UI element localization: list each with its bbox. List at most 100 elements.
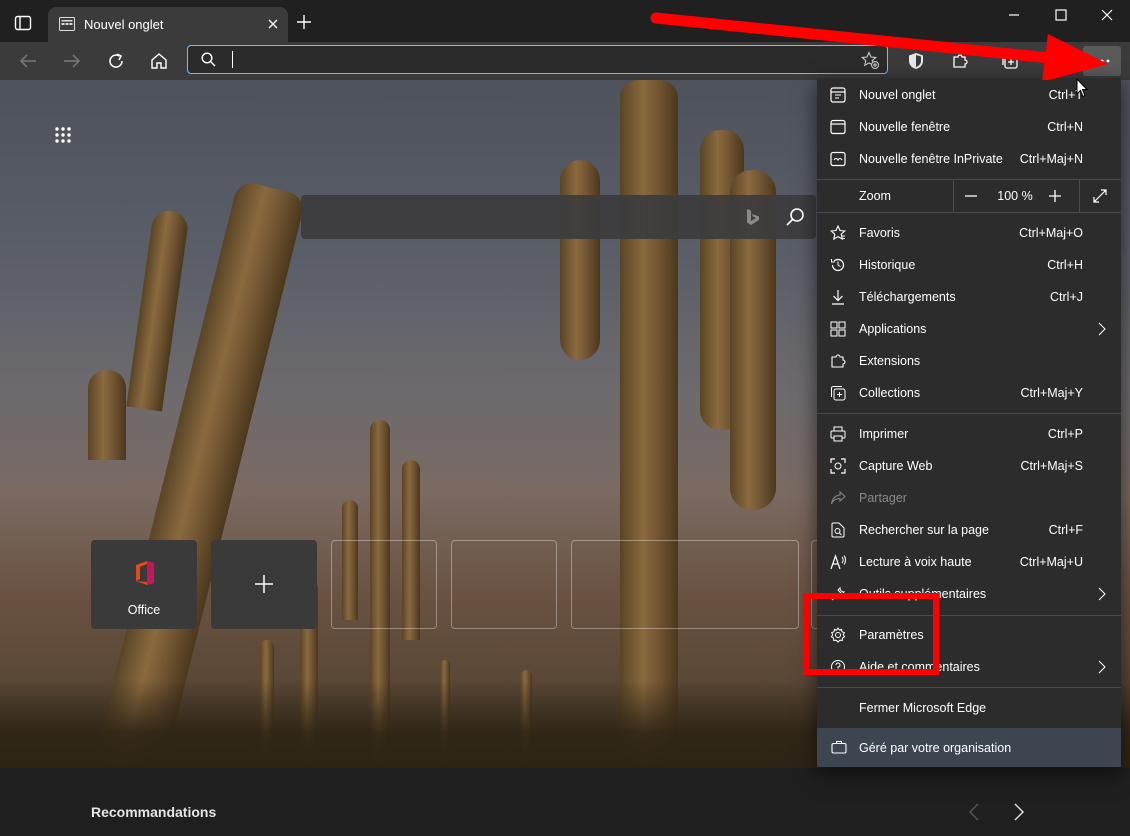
- home-icon[interactable]: [143, 45, 175, 77]
- menu-item-label: Nouvelle fenêtre InPrivate: [859, 152, 1003, 166]
- menu-item-shortcut: Ctrl+Maj+O: [1019, 226, 1083, 240]
- menu-item-shortcut: Ctrl+F: [1048, 523, 1083, 537]
- close-tab-icon[interactable]: [266, 17, 280, 31]
- favorites-icon: [830, 225, 846, 241]
- fullscreen-icon[interactable]: [1092, 188, 1108, 204]
- menu-item-downloads[interactable]: Téléchargements Ctrl+J: [817, 281, 1121, 313]
- chevron-right-icon: [1098, 660, 1106, 674]
- menu-item-collections[interactable]: Collections Ctrl+Maj+Y: [817, 377, 1121, 409]
- inprivate-icon: [830, 151, 846, 167]
- menu-item-history[interactable]: Historique Ctrl+H: [817, 249, 1121, 281]
- new-tab-plus-icon[interactable]: [296, 14, 312, 30]
- menu-separator: [817, 413, 1121, 414]
- chevron-right-icon: [1098, 322, 1106, 336]
- find-icon: [831, 522, 845, 538]
- menu-item-find[interactable]: Rechercher sur la page Ctrl+F: [817, 514, 1121, 546]
- menu-item-shortcut: Ctrl+J: [1050, 290, 1083, 304]
- new-window-icon: [830, 119, 846, 135]
- zoom-in-icon[interactable]: [1047, 188, 1063, 204]
- recommendations-label: Recommandations: [91, 804, 217, 820]
- zoom-divider: [953, 180, 954, 212]
- plus-icon: [254, 574, 274, 594]
- menu-item-label: Nouvelle fenêtre: [859, 120, 951, 134]
- apps-launcher-icon[interactable]: [54, 126, 72, 144]
- back-icon[interactable]: [12, 45, 44, 77]
- managed-label: Géré par votre organisation: [859, 741, 1012, 755]
- recommendations-bar: Recommandations: [0, 768, 1130, 836]
- menu-item-label: Téléchargements: [859, 290, 956, 304]
- menu-item-share: Partager: [817, 482, 1121, 514]
- menu-item-inprivate[interactable]: Nouvelle fenêtre InPrivate Ctrl+Maj+N: [817, 143, 1121, 175]
- menu-item-shortcut: Ctrl+Maj+U: [1019, 555, 1083, 569]
- web-search-box[interactable]: [301, 195, 816, 239]
- menu-item-label: Rechercher sur la page: [859, 523, 989, 537]
- menu-item-label: Capture Web: [859, 459, 933, 473]
- annotation-arrow: [650, 12, 1108, 80]
- tab-new-tab[interactable]: Nouvel onglet: [48, 7, 288, 42]
- menu-item-shortcut: Ctrl+P: [1047, 427, 1083, 441]
- tab-title: Nouvel onglet: [84, 17, 164, 32]
- menu-item-label: Favoris: [859, 226, 900, 240]
- read-aloud-icon: [830, 554, 846, 570]
- refresh-icon[interactable]: [100, 45, 132, 77]
- extensions-icon: [831, 354, 846, 368]
- menu-item-shortcut: Ctrl+N: [1047, 120, 1083, 134]
- zoom-out-icon[interactable]: [963, 188, 979, 204]
- menu-item-print[interactable]: Imprimer Ctrl+P: [817, 418, 1121, 450]
- menu-item-shortcut: Ctrl+Maj+N: [1019, 152, 1083, 166]
- menu-item-read-aloud[interactable]: Lecture à voix haute Ctrl+Maj+U: [817, 546, 1121, 578]
- share-icon: [831, 490, 846, 505]
- briefcase-icon: [831, 741, 847, 754]
- bing-icon: [746, 208, 760, 226]
- history-icon: [831, 258, 845, 272]
- menu-item-extensions[interactable]: Extensions: [817, 345, 1121, 377]
- menu-item-applications[interactable]: Applications: [817, 313, 1121, 345]
- menu-item-web-capture[interactable]: Capture Web Ctrl+Maj+S: [817, 450, 1121, 482]
- menu-item-label: Lecture à voix haute: [859, 555, 972, 569]
- menu-item-label: Historique: [859, 258, 916, 272]
- office-icon: [134, 560, 156, 586]
- search-icon: [201, 52, 216, 67]
- menu-item-new-window[interactable]: Nouvelle fenêtre Ctrl+N: [817, 111, 1121, 143]
- empty-quick-link-slot: [571, 540, 799, 629]
- menu-zoom-row: Zoom 100 %: [817, 180, 1121, 212]
- menu-item-shortcut: Ctrl+Maj+S: [1020, 459, 1083, 473]
- menu-item-close-edge[interactable]: Fermer Microsoft Edge: [817, 692, 1121, 724]
- menu-item-label: Fermer Microsoft Edge: [859, 701, 987, 715]
- add-quick-link-button[interactable]: [211, 540, 317, 629]
- empty-quick-link-slot: [451, 540, 557, 629]
- menu-separator: [817, 212, 1121, 213]
- new-tab-icon: [830, 87, 846, 103]
- menu-item-label: Extensions: [859, 354, 921, 368]
- menu-item-label: Nouvel onglet: [859, 88, 936, 102]
- menu-item-favorites[interactable]: Favoris Ctrl+Maj+O: [817, 217, 1121, 249]
- mouse-cursor-icon: [1076, 78, 1088, 98]
- apps-icon: [830, 321, 846, 337]
- highlight-box: [803, 593, 939, 675]
- chevron-left-icon[interactable]: [968, 803, 980, 821]
- zoom-value: 100 %: [997, 189, 1033, 203]
- menu-item-shortcut: Ctrl+H: [1047, 258, 1083, 272]
- chevron-right-icon: [1098, 587, 1106, 601]
- print-icon: [830, 426, 846, 442]
- menu-item-label: Imprimer: [859, 427, 909, 441]
- tab-actions-icon[interactable]: [14, 14, 32, 32]
- menu-item-label: Collections: [859, 386, 921, 400]
- download-icon: [832, 290, 844, 305]
- menu-item-label: Partager: [859, 491, 907, 505]
- new-tab-favicon-icon: [59, 17, 75, 31]
- search-submit-icon[interactable]: [785, 207, 805, 227]
- zoom-label: Zoom: [859, 189, 891, 203]
- collections-icon: [831, 386, 846, 401]
- forward-icon[interactable]: [56, 45, 88, 77]
- managed-by-org[interactable]: Géré par votre organisation: [817, 728, 1121, 767]
- menu-separator: [817, 687, 1121, 688]
- menu-item-shortcut: Ctrl+Maj+Y: [1020, 386, 1083, 400]
- chevron-right-icon[interactable]: [1013, 803, 1025, 821]
- menu-item-label: Applications: [859, 322, 927, 336]
- empty-quick-link-slot: [331, 540, 437, 629]
- zoom-divider: [1079, 180, 1080, 212]
- quick-link-office[interactable]: Office: [91, 540, 197, 629]
- web-capture-icon: [830, 458, 846, 474]
- text-caret: [232, 51, 233, 68]
